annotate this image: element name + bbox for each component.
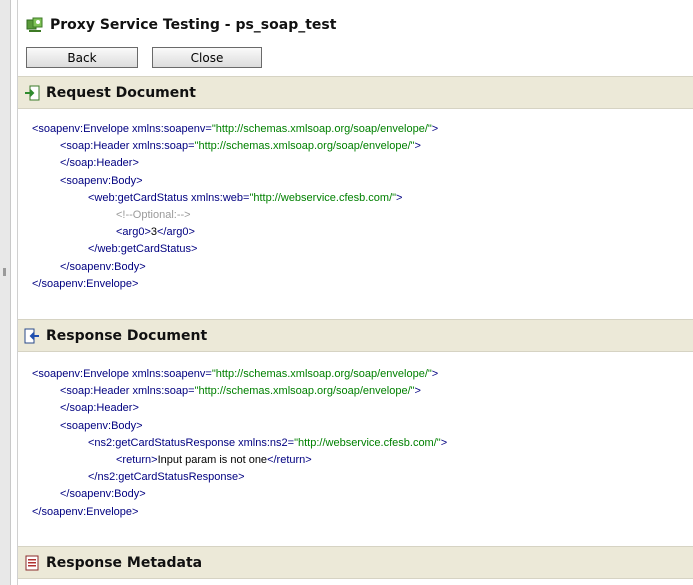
back-button[interactable]: Back	[26, 47, 138, 68]
close-button[interactable]: Close	[152, 47, 262, 68]
proxy-test-panel: Proxy Service Testing - ps_soap_test Bac…	[17, 0, 693, 585]
xml-token: "http://schemas.xmlsoap.org/soap/envelop…	[194, 385, 415, 398]
xml-line: <return>Input param is not one</return>	[32, 452, 447, 469]
xml-token: </soap:Header>	[60, 157, 139, 170]
response-metadata-title: Response Metadata	[46, 554, 203, 571]
xml-token: >	[431, 368, 439, 380]
xml-token: <return>	[116, 453, 158, 466]
xml-token: >	[440, 436, 448, 449]
xml-token: </soapenv:Envelope>	[32, 505, 139, 518]
xml-token: xmlns:soapenv	[132, 123, 206, 135]
xml-token: >	[431, 123, 439, 135]
xml-token: xmlns:soapenv	[132, 368, 206, 380]
page-title: Proxy Service Testing - ps_soap_test	[50, 17, 337, 33]
request-xml-block: <soapenv:Envelope xmlns:soapenv="http://…	[32, 121, 438, 293]
xml-token: xmlns:ns2	[238, 436, 288, 449]
xml-line: <soapenv:Body>	[32, 173, 438, 190]
xml-token: "http://webservice.cfesb.com/"	[249, 191, 397, 204]
xml-token: </soapenv:Body>	[60, 260, 146, 273]
xml-token: >	[414, 140, 421, 153]
xml-token: </web:getCardStatus>	[88, 243, 198, 256]
response-xml-block: <soapenv:Envelope xmlns:soapenv="http://…	[32, 366, 447, 521]
xml-line: <soapenv:Envelope xmlns:soapenv="http://…	[32, 121, 438, 138]
xml-token: <!--Optional:-->	[116, 208, 191, 221]
xml-token: </soap:Header>	[60, 402, 139, 415]
xml-line: </soapenv:Body>	[32, 486, 447, 503]
xml-token: <soapenv:Body>	[60, 419, 143, 432]
xml-token: xmlns:soap	[132, 385, 189, 398]
xml-line: </soap:Header>	[32, 400, 447, 417]
xml-line: <web:getCardStatus xmlns:web="http://web…	[32, 190, 438, 207]
xml-token: xmlns:soap	[132, 140, 189, 153]
xml-token: >	[396, 191, 403, 204]
xml-line: <soapenv:Body>	[32, 418, 447, 435]
xml-token: <arg0>	[116, 226, 151, 239]
xml-token: <soap:Header	[60, 385, 133, 398]
xml-line: </ns2:getCardStatusResponse>	[32, 469, 447, 486]
xml-token: "http://schemas.xmlsoap.org/soap/envelop…	[211, 123, 432, 135]
response-metadata-header[interactable]: Response Metadata	[18, 546, 693, 579]
test-console-icon	[26, 17, 43, 32]
request-document-header[interactable]: Request Document	[18, 76, 693, 109]
xml-token: <soapenv:Envelope	[32, 368, 132, 380]
xml-token: >	[414, 385, 421, 398]
request-document-title: Request Document	[46, 84, 196, 101]
title-bar: Proxy Service Testing - ps_soap_test	[18, 10, 693, 40]
xml-line: </soapenv:Body>	[32, 259, 438, 276]
xml-line: </soapenv:Envelope>	[32, 504, 447, 521]
xml-token: </arg0>	[157, 226, 195, 239]
frame-divider-handle[interactable]	[3, 268, 6, 276]
response-arrow-icon	[24, 328, 39, 343]
xml-token: xmlns:web	[191, 191, 244, 204]
response-document-header[interactable]: Response Document	[18, 319, 693, 352]
xml-token: <soap:Header	[60, 140, 133, 153]
xml-token: "http://schemas.xmlsoap.org/soap/envelop…	[194, 140, 415, 153]
xml-token: "http://webservice.cfesb.com/"	[294, 436, 441, 449]
xml-line: </soap:Header>	[32, 155, 438, 172]
xml-token: <ns2:getCardStatusResponse	[88, 436, 239, 449]
xml-line: <ns2:getCardStatusResponse xmlns:ns2="ht…	[32, 435, 447, 452]
xml-line: <!--Optional:-->	[32, 207, 438, 224]
left-frame-strip	[0, 0, 11, 585]
xml-line: <soap:Header xmlns:soap="http://schemas.…	[32, 383, 447, 400]
xml-token: <web:getCardStatus	[88, 191, 192, 204]
metadata-list-icon	[25, 555, 39, 570]
xml-token: <soapenv:Envelope	[32, 123, 132, 135]
xml-token: "http://schemas.xmlsoap.org/soap/envelop…	[211, 368, 432, 380]
xml-token: </soapenv:Body>	[60, 488, 146, 501]
xml-line: <arg0>3</arg0>	[32, 224, 438, 241]
xml-token: </return>	[267, 453, 312, 466]
request-arrow-icon	[25, 85, 40, 100]
xml-line: <soap:Header xmlns:soap="http://schemas.…	[32, 138, 438, 155]
xml-token: </soapenv:Envelope>	[32, 277, 139, 290]
xml-line: </web:getCardStatus>	[32, 241, 438, 258]
xml-token: <soapenv:Body>	[60, 174, 143, 187]
xml-line: <soapenv:Envelope xmlns:soapenv="http://…	[32, 366, 447, 383]
xml-line: </soapenv:Envelope>	[32, 276, 438, 293]
xml-token: Input param is not one	[157, 453, 268, 466]
xml-token: </ns2:getCardStatusResponse>	[88, 471, 245, 484]
response-document-title: Response Document	[46, 327, 208, 344]
